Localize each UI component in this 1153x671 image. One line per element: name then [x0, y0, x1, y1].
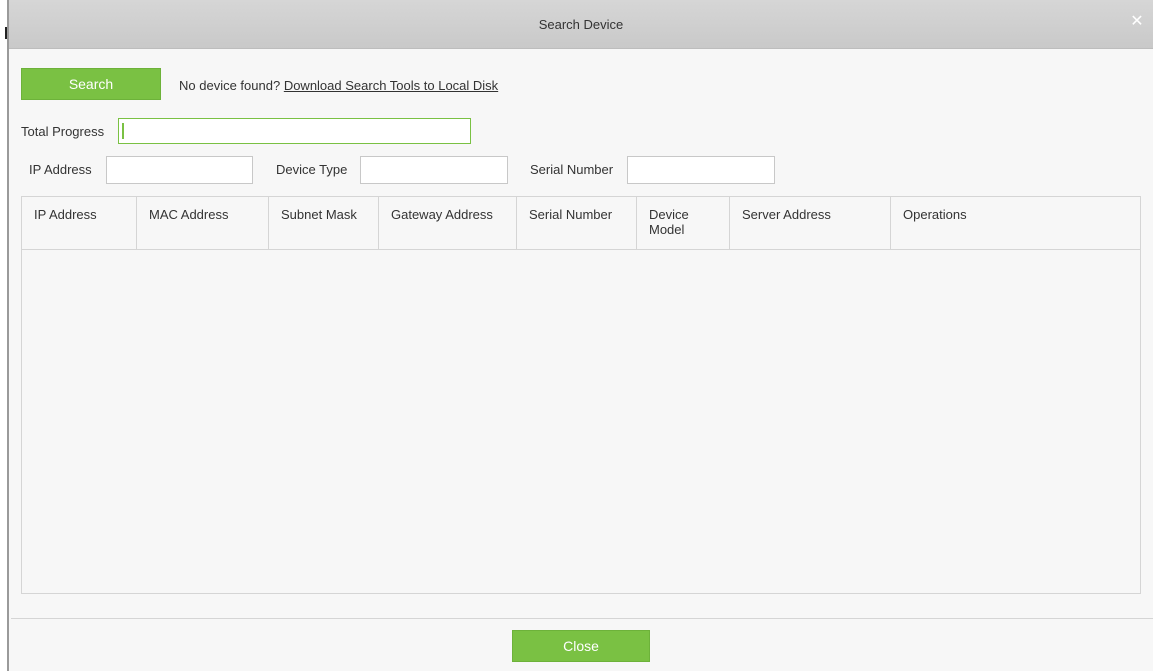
device-type-label: Device Type — [276, 162, 348, 177]
search-button[interactable]: Search — [21, 68, 161, 100]
progress-fill — [122, 123, 124, 139]
dialog-titlebar: Search Device ✕ — [9, 0, 1153, 49]
no-device-notice: No device found? Download Search Tools t… — [179, 78, 498, 93]
device-table: IP Address MAC Address Subnet Mask Gatew… — [21, 196, 1141, 594]
serial-number-label: Serial Number — [530, 162, 614, 177]
table-header: IP Address MAC Address Subnet Mask Gatew… — [22, 197, 1140, 250]
dialog-title: Search Device — [538, 17, 624, 32]
column-header-server-address[interactable]: Server Address — [730, 197, 891, 249]
close-button[interactable]: Close — [512, 630, 650, 662]
column-header-device-model[interactable]: Device Model — [637, 197, 730, 249]
column-header-operations[interactable]: Operations — [891, 197, 1140, 249]
column-header-serial-number[interactable]: Serial Number — [517, 197, 637, 249]
close-icon[interactable]: ✕ — [1129, 14, 1145, 30]
total-progress-label: Total Progress — [21, 124, 105, 139]
ip-address-label: IP Address — [29, 162, 92, 177]
download-search-tools-link[interactable]: Download Search Tools to Local Disk — [284, 78, 498, 93]
serial-number-input[interactable] — [627, 156, 775, 184]
column-header-ip-address[interactable]: IP Address — [22, 197, 137, 249]
column-header-mac-address[interactable]: MAC Address — [137, 197, 269, 249]
total-progress-bar — [118, 118, 471, 144]
device-type-input[interactable] — [360, 156, 508, 184]
notice-text: No device found? — [179, 78, 281, 93]
column-header-subnet-mask[interactable]: Subnet Mask — [269, 197, 379, 249]
footer-divider — [11, 618, 1153, 619]
ip-address-input[interactable] — [106, 156, 253, 184]
column-header-gateway-address[interactable]: Gateway Address — [379, 197, 517, 249]
search-device-dialog: Search Device ✕ Search No device found? … — [7, 0, 1153, 671]
